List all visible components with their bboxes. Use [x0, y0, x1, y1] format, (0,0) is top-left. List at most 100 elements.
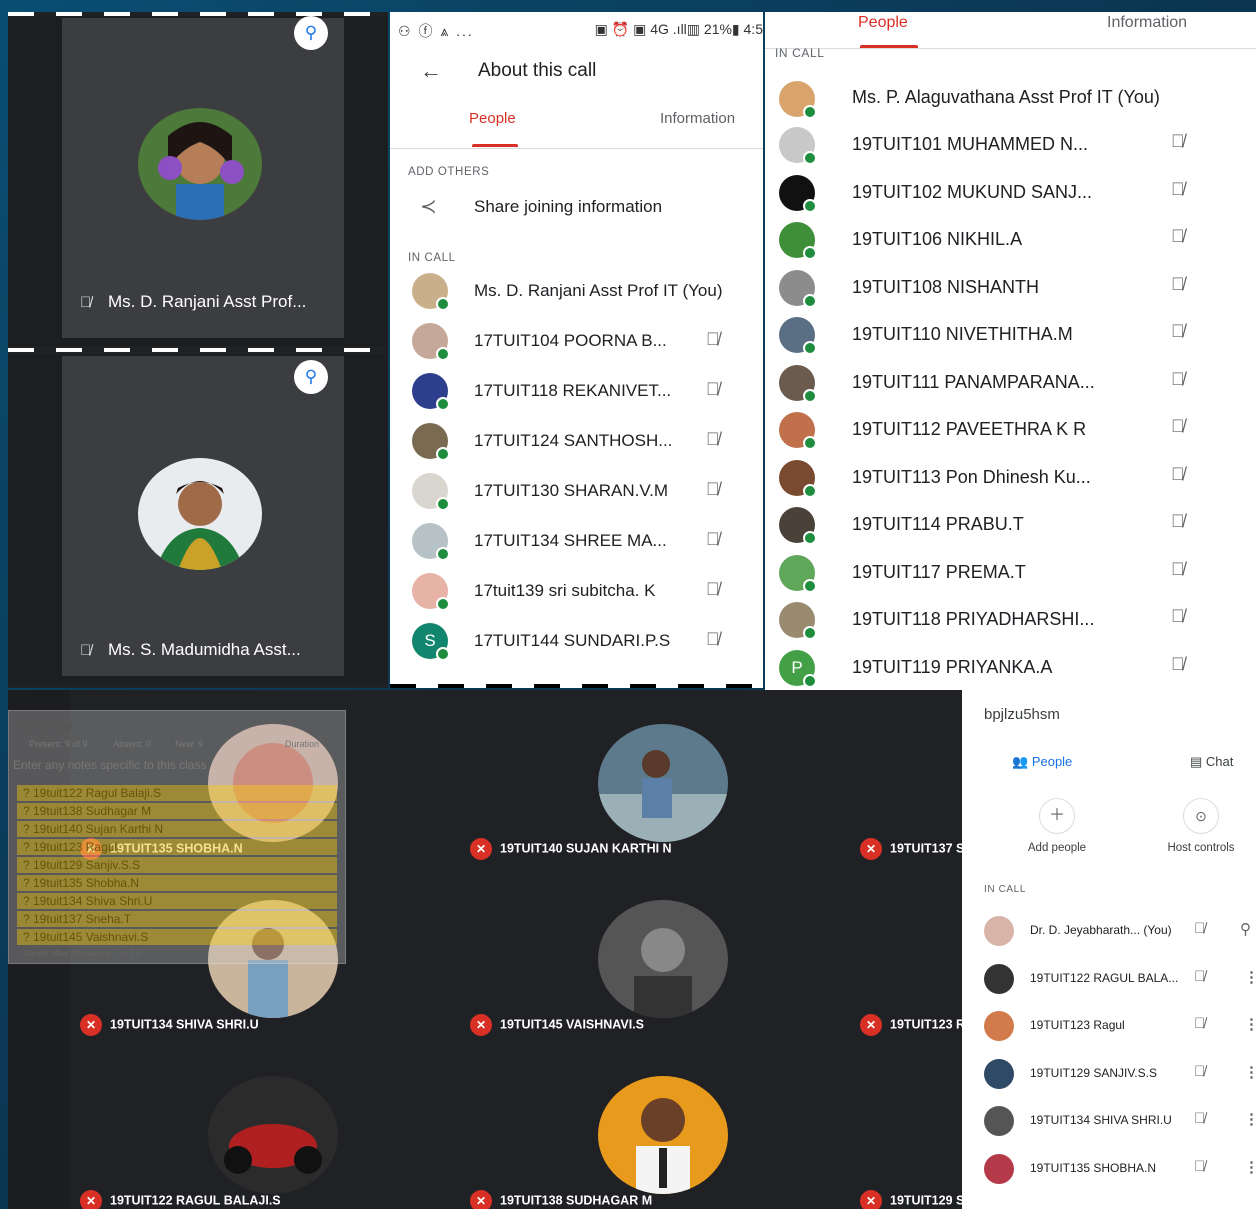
- list-item[interactable]: 17tuit139 sri subitcha. K 🎙̸: [390, 567, 763, 615]
- video-tile[interactable]: ⚲ 🎙̸ Ms. S. Madumidha Asst...: [8, 354, 388, 684]
- list-item[interactable]: 19TUIT112 PAVEETHRA K R 🎙̸ ⋮: [765, 406, 1256, 454]
- list-item[interactable]: 19TUIT108 NISHANTH 🎙̸ ⋮: [765, 264, 1256, 312]
- more-options-icon[interactable]: ⋮: [1249, 511, 1256, 532]
- participant-name: 19TUIT129 SANJIV.S.S: [1030, 1066, 1157, 1080]
- list-item[interactable]: 17TUIT134 SHREE MA... 🎙̸: [390, 517, 763, 565]
- participant-name: 19TUIT122 RAGUL BALA...: [1030, 971, 1179, 985]
- tile-name: ✕ 19TUIT145 VAISHNAVI.S: [470, 1014, 644, 1036]
- participant-name: 17TUIT118 REKANIVET...: [474, 381, 672, 400]
- list-item[interactable]: 19TUIT102 MUKUND SANJ... 🎙̸ ⋮: [765, 169, 1256, 217]
- tab-chat[interactable]: ▤ Chat: [1190, 754, 1233, 770]
- list-item[interactable]: 19TUIT111 PANAMPARANA... 🎙̸ ⋮: [765, 359, 1256, 407]
- list-item[interactable]: Ms. P. Alaguvathana Asst Prof IT (You): [765, 73, 1256, 121]
- list-item[interactable]: 17TUIT118 REKANIVET... 🎙̸: [390, 367, 763, 415]
- mic-off-icon: 🎙̸: [1171, 559, 1185, 579]
- more-options-icon[interactable]: ⋮: [1249, 654, 1256, 675]
- list-item[interactable]: ? 19tuit140 Sujan Karthi N: [17, 821, 337, 837]
- more-options-icon[interactable]: ⋮: [1249, 606, 1256, 627]
- more-options-icon[interactable]: ⋮: [1244, 968, 1256, 986]
- list-item[interactable]: S 17TUIT144 SUNDARI.P.S 🎙̸: [390, 617, 763, 665]
- list-item[interactable]: 19TUIT135 SHOBHA.N 🎙̸ ⋮: [962, 1146, 1256, 1192]
- more-options-icon[interactable]: ⋮: [1249, 321, 1256, 342]
- list-item[interactable]: 19TUIT117 PREMA.T 🎙̸ ⋮: [765, 549, 1256, 597]
- list-item[interactable]: 19TUIT106 NIKHIL.A 🎙̸ ⋮: [765, 216, 1256, 264]
- mic-off-icon: 🎙̸: [706, 579, 720, 599]
- avatar: [779, 602, 817, 640]
- divider: [390, 684, 763, 688]
- participant-name: 19TUIT134 SHIVA SHRI.U: [1030, 1113, 1172, 1127]
- list-item[interactable]: 17TUIT124 SANTHOSH... 🎙̸: [390, 417, 763, 465]
- host-controls-button[interactable]: ⊙ Host controls: [1146, 798, 1256, 854]
- list-item[interactable]: 17TUIT104 POORNA B... 🎙̸: [390, 317, 763, 365]
- more-options-icon[interactable]: ⋮: [1249, 226, 1256, 247]
- more-options-icon[interactable]: ⋮: [1249, 559, 1256, 580]
- class-list-header[interactable]: Class List ⌄: [21, 719, 86, 733]
- list-item[interactable]: 19TUIT118 PRIYADHARSHI... 🎙̸ ⋮: [765, 596, 1256, 644]
- participant-name: 19TUIT112 PAVEETHRA K R: [852, 419, 1087, 439]
- pin-icon[interactable]: ⚲: [294, 360, 328, 394]
- list-item[interactable]: 19TUIT101 MUHAMMED N... 🎙̸ ⋮: [765, 121, 1256, 169]
- video-tiles-panel: ⚲ 🎙̸ Ms. D. Ranjani Asst Prof... ⚲ 🎙̸ Ms. …: [8, 12, 388, 688]
- more-options-icon[interactable]: ⋮: [1244, 1063, 1256, 1081]
- list-item[interactable]: 17TUIT130 SHARAN.V.M 🎙̸: [390, 467, 763, 515]
- list-item[interactable]: ? 19tuit135 Shobha.N: [17, 875, 337, 891]
- tab-people[interactable]: People: [469, 110, 516, 127]
- mic-off-icon: 🎙̸: [706, 479, 720, 499]
- active-tab-indicator: [472, 144, 518, 147]
- tab-people[interactable]: 👥 People: [1012, 754, 1072, 770]
- list-item[interactable]: ? 19tuit129 Sanjiv.S.S: [17, 857, 337, 873]
- list-item[interactable]: ? 19tuit137 Sneha.T: [17, 911, 337, 927]
- mic-off-icon: 🎙̸: [706, 329, 720, 349]
- avatar: [984, 964, 1014, 994]
- pin-icon[interactable]: ⚲: [294, 16, 328, 50]
- video-tile[interactable]: ⚲ 🎙̸ Ms. D. Ranjani Asst Prof...: [8, 16, 388, 346]
- list-item[interactable]: 19TUIT122 RAGUL BALA... 🎙̸ ⋮: [962, 956, 1256, 1002]
- more-options-icon[interactable]: ⋮: [1244, 1158, 1256, 1176]
- class-list-overlay[interactable]: Class List ⌄ Present: 9 of 9 Absent: 0 N…: [8, 710, 346, 964]
- list-item[interactable]: 19TUIT110 NIVETHITHA.M 🎙̸ ⋮: [765, 311, 1256, 359]
- share-joining-info[interactable]: ≺ Share joining information: [390, 184, 763, 232]
- list-item[interactable]: ? 19tuit138 Sudhagar M: [17, 803, 337, 819]
- tab-information[interactable]: Information: [1107, 14, 1187, 32]
- list-item[interactable]: Dr. D. Jeyabharath... (You) 🎙̸ ⚲: [962, 908, 1256, 954]
- list-item[interactable]: Ms. D. Ranjani Asst Prof IT (You): [390, 267, 763, 315]
- list-item[interactable]: P 19TUIT119 PRIYANKA.A 🎙̸ ⋮: [765, 644, 1256, 690]
- avatar: [598, 1076, 728, 1194]
- more-options-icon[interactable]: ⋮: [1249, 179, 1256, 200]
- back-arrow-icon[interactable]: ←: [420, 58, 442, 84]
- pin-icon[interactable]: ⚲: [1240, 920, 1251, 938]
- more-options-icon[interactable]: ⋮: [1249, 274, 1256, 295]
- more-options-icon[interactable]: ⋮: [1249, 131, 1256, 152]
- mic-off-icon: ✕: [470, 1014, 492, 1036]
- list-item[interactable]: ? 19tuit122 Ragul Balaji.S: [17, 785, 337, 801]
- list-item[interactable]: 19TUIT134 SHIVA SHRI.U 🎙̸ ⋮: [962, 1098, 1256, 1144]
- list-item[interactable]: ? 19tuit123 Ragul: [17, 839, 337, 855]
- notes-input[interactable]: Enter any notes specific to this class: [13, 755, 339, 775]
- mic-off-icon: 🎙̸: [1194, 1158, 1206, 1175]
- tile-name: 🎙̸ Ms. S. Madumidha Asst...: [80, 640, 301, 659]
- list-item[interactable]: 19TUIT114 PRABU.T 🎙̸ ⋮: [765, 501, 1256, 549]
- class-list-footer: Google Meet Attendance - v1.2.3: [23, 949, 141, 958]
- more-options-icon[interactable]: ⋮: [1244, 1015, 1256, 1033]
- tile-name: ✕ 19TUIT140 SUJAN KARTHI N: [470, 838, 672, 860]
- list-item[interactable]: ? 19tuit134 Shiva Shri.U: [17, 893, 337, 909]
- participant-name: 19TUIT110 NIVETHITHA.M: [852, 324, 1073, 344]
- list-item[interactable]: ? 19tuit145 Vaishnavi.S: [17, 929, 337, 945]
- more-options-icon[interactable]: ⋮: [1249, 369, 1256, 390]
- mic-off-icon: 🎙̸: [80, 294, 92, 311]
- tile-name: ✕ 19TUIT134 SHIVA SHRI.U: [80, 1014, 259, 1036]
- mic-off-icon: 🎙̸: [1194, 920, 1206, 937]
- more-options-icon[interactable]: ⋮: [1244, 1110, 1256, 1128]
- add-people-button[interactable]: ＋ Add people: [1002, 798, 1112, 854]
- list-item[interactable]: 19TUIT123 Ragul 🎙̸ ⋮: [962, 1003, 1256, 1049]
- avatar: [138, 458, 262, 570]
- tab-people[interactable]: People: [858, 14, 908, 32]
- mic-off-icon: ✕: [860, 1190, 882, 1209]
- avatar: [984, 1154, 1014, 1184]
- more-options-icon[interactable]: ⋮: [1249, 416, 1256, 437]
- more-options-icon[interactable]: ⋮: [1249, 464, 1256, 485]
- list-item[interactable]: 19TUIT129 SANJIV.S.S 🎙̸ ⋮: [962, 1051, 1256, 1097]
- in-call-header: IN CALL: [775, 46, 825, 60]
- list-item[interactable]: 19TUIT113 Pon Dhinesh Ku... 🎙̸ ⋮: [765, 454, 1256, 502]
- tab-information[interactable]: Information: [660, 110, 735, 127]
